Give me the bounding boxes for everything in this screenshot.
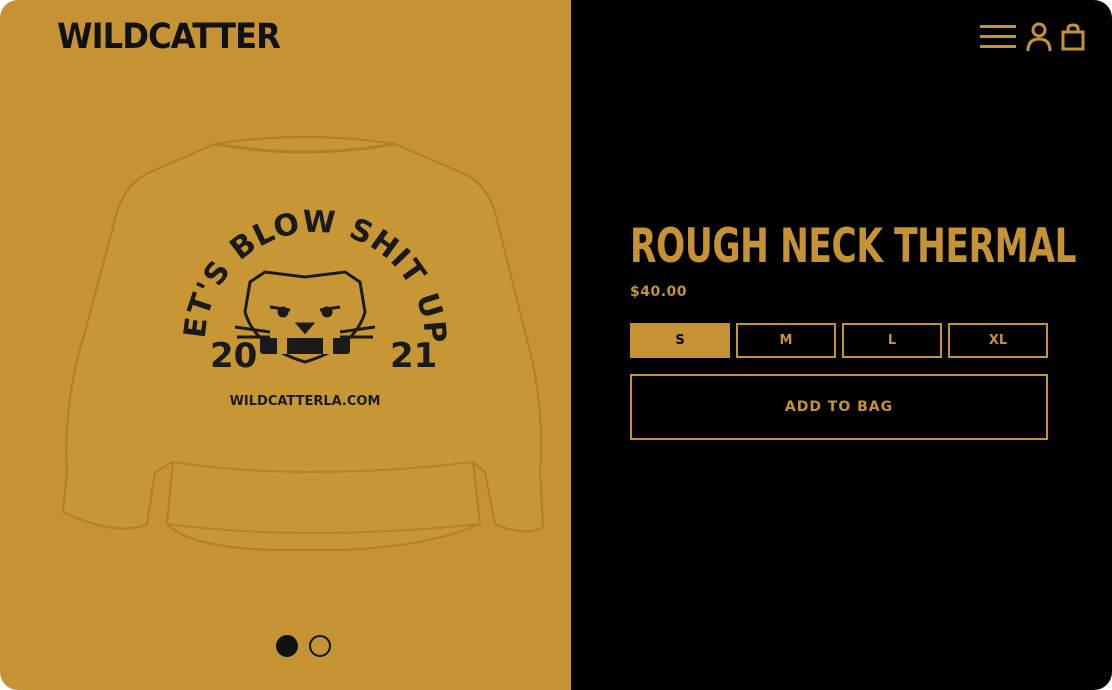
size-option-l[interactable]: L xyxy=(842,323,942,358)
menu-icon[interactable] xyxy=(979,23,1017,51)
account-icon[interactable] xyxy=(1026,22,1052,52)
dynamite-graphic xyxy=(260,338,350,354)
size-option-xl[interactable]: XL xyxy=(948,323,1048,358)
carousel-dots xyxy=(276,635,331,657)
product-page: WILDCATTER LET'S BLOW SHIT UP! xyxy=(0,0,1112,690)
size-option-m[interactable]: M xyxy=(736,323,836,358)
product-image: LET'S BLOW SHIT UP! 20 21 WILDCATTERLA.C… xyxy=(55,132,545,552)
product-gallery: WILDCATTER LET'S BLOW SHIT UP! xyxy=(0,0,571,690)
brand-logo[interactable]: WILDCATTER xyxy=(57,17,281,57)
print-year-right: 21 xyxy=(390,336,437,376)
shopping-bag-icon[interactable] xyxy=(1061,23,1085,51)
carousel-dot-1[interactable] xyxy=(276,635,298,657)
size-option-s[interactable]: S xyxy=(630,323,730,358)
product-price: $40.00 xyxy=(630,284,688,300)
product-details: ROUGH NECK THERMAL $40.00 S M L XL ADD T… xyxy=(571,0,1112,690)
print-url: WILDCATTERLA.COM xyxy=(230,394,381,409)
size-selector: S M L XL xyxy=(630,323,1048,358)
print-year-left: 20 xyxy=(210,336,257,376)
header-icons xyxy=(979,22,1085,52)
product-title: ROUGH NECK THERMAL xyxy=(630,219,1077,274)
carousel-dot-2[interactable] xyxy=(309,635,331,657)
add-to-bag-button[interactable]: ADD TO BAG xyxy=(630,374,1048,440)
